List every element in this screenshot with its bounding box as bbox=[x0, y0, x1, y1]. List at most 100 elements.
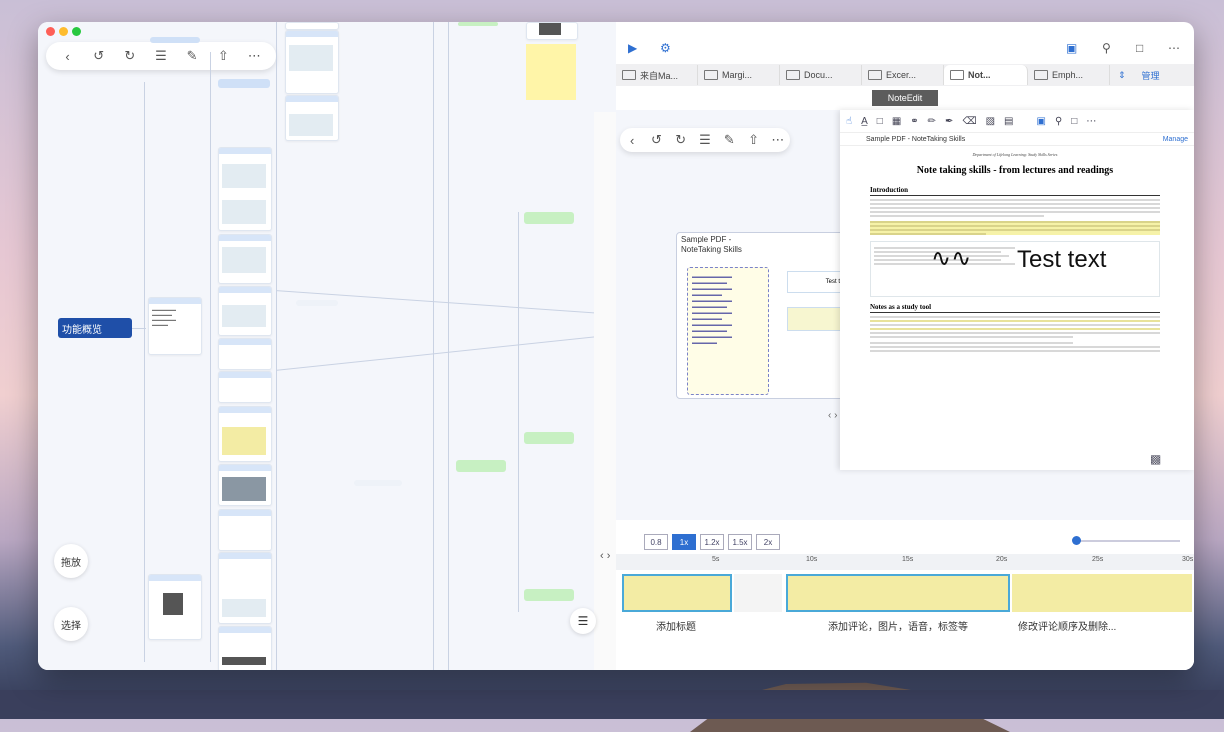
close-window-button[interactable] bbox=[46, 27, 55, 36]
image-tool-icon[interactable]: ▦ bbox=[892, 116, 901, 127]
document-icon[interactable]: ▣ bbox=[1036, 116, 1045, 127]
ruler-icon[interactable]: ▤ bbox=[1004, 116, 1013, 127]
note-card[interactable] bbox=[218, 509, 272, 551]
speed-option[interactable]: 0.8 bbox=[644, 534, 668, 550]
topic-node[interactable] bbox=[150, 37, 200, 43]
test-text-node[interactable]: Test t bbox=[787, 271, 843, 293]
minimize-window-button[interactable] bbox=[59, 27, 68, 36]
time-ruler[interactable]: 5s 10s 15s 20s 25s 30s bbox=[616, 554, 1194, 570]
edit-icon[interactable]: ✎ bbox=[720, 131, 738, 149]
note-card[interactable] bbox=[218, 286, 272, 336]
pdf-manage-button[interactable]: Manage bbox=[1163, 136, 1188, 143]
speed-option[interactable]: 1.5x bbox=[728, 534, 752, 550]
tab-document[interactable]: Excer... bbox=[862, 65, 944, 85]
tab-document[interactable]: Margi... bbox=[698, 65, 780, 85]
speed-option[interactable]: 1.2x bbox=[700, 534, 724, 550]
note-card[interactable] bbox=[148, 574, 202, 640]
note-card[interactable] bbox=[218, 552, 272, 624]
pdf-highlight[interactable] bbox=[870, 221, 1160, 235]
zoom-slider-thumb[interactable] bbox=[1072, 536, 1081, 545]
highlight-tool-icon[interactable]: A̲ bbox=[861, 116, 868, 127]
redo-icon[interactable]: ↻ bbox=[121, 47, 139, 65]
note-card[interactable] bbox=[285, 22, 339, 30]
timeline-clip[interactable] bbox=[734, 574, 782, 612]
more-icon[interactable]: ⋯ bbox=[1168, 41, 1180, 55]
text-box-icon[interactable]: ▧ bbox=[986, 116, 995, 127]
tab-document[interactable]: Emph... bbox=[1028, 65, 1110, 85]
share-icon[interactable]: ⇧ bbox=[214, 47, 232, 65]
lasso-tool-icon[interactable]: ⚭ bbox=[910, 116, 918, 127]
note-card[interactable]: ▬▬▬▬▬▬ ▬▬▬▬▬ ▬▬▬▬▬▬ ▬▬▬▬ bbox=[148, 297, 202, 355]
undo-icon[interactable]: ↺ bbox=[90, 47, 108, 65]
handwritten-text[interactable]: Test text bbox=[1017, 246, 1106, 274]
zoom-window-button[interactable] bbox=[72, 27, 81, 36]
drag-mode-button[interactable]: 拖放 bbox=[54, 544, 88, 578]
note-card[interactable] bbox=[285, 30, 339, 94]
undo-icon[interactable]: ↺ bbox=[647, 131, 665, 149]
back-icon[interactable]: ‹ bbox=[59, 47, 77, 65]
topic-node[interactable] bbox=[458, 22, 498, 26]
yellow-note[interactable] bbox=[526, 44, 576, 100]
topic-node[interactable] bbox=[524, 212, 574, 224]
search-icon[interactable]: ⚲ bbox=[1055, 116, 1062, 127]
embedded-mindmap[interactable]: ‹ ↺ ↻ ☰ ✎ ⇧ ⋯ Sample PDF - NoteTaking Sk… bbox=[616, 110, 1194, 520]
note-card[interactable] bbox=[218, 371, 272, 403]
pen-tool-icon[interactable]: ✏ bbox=[928, 116, 936, 127]
tab-document-active[interactable]: Not... bbox=[944, 65, 1028, 85]
audio-settings-icon[interactable]: ⚙ bbox=[660, 41, 671, 55]
more-icon[interactable]: ⋯ bbox=[1086, 116, 1096, 127]
hand-tool-icon[interactable]: ☝ bbox=[846, 116, 852, 127]
search-icon[interactable]: ⚲ bbox=[1102, 41, 1111, 55]
timeline-clip[interactable] bbox=[1012, 574, 1192, 612]
note-card[interactable] bbox=[218, 626, 272, 670]
eraser-tool-icon[interactable]: ⌫ bbox=[962, 116, 976, 127]
topic-node[interactable] bbox=[218, 79, 270, 88]
timeline-clip[interactable] bbox=[786, 574, 1010, 612]
tab-document[interactable]: 来自Ma... bbox=[616, 65, 698, 85]
collapse-panel-icon[interactable]: ‹ › bbox=[828, 410, 837, 421]
mindmap-canvas[interactable]: ‹ ↺ ↻ ☰ ✎ ⇧ ⋯ 功能概览 ▬▬▬▬▬▬ ▬▬▬▬▬ ▬▬▬▬▬▬ ▬▬▬▬ bbox=[38, 22, 616, 670]
topic-node[interactable] bbox=[524, 432, 574, 444]
tab-sort-icon[interactable]: ⇕ bbox=[1118, 70, 1126, 81]
tab-document[interactable]: Docu... bbox=[780, 65, 862, 85]
note-card[interactable] bbox=[526, 22, 578, 40]
note-card[interactable] bbox=[218, 464, 272, 506]
topic-node[interactable] bbox=[296, 300, 338, 306]
share-icon[interactable]: ⇧ bbox=[745, 131, 763, 149]
root-topic[interactable]: 功能概览 bbox=[58, 318, 132, 338]
redo-icon[interactable]: ↻ bbox=[672, 131, 690, 149]
note-card[interactable] bbox=[218, 147, 272, 231]
speed-option-active[interactable]: 1x bbox=[672, 534, 696, 550]
note-card[interactable] bbox=[218, 338, 272, 370]
topic-node[interactable] bbox=[456, 460, 506, 472]
note-card[interactable] bbox=[218, 406, 272, 462]
list-menu-icon[interactable]: ☰ bbox=[570, 608, 596, 634]
marker-tool-icon[interactable]: ✒ bbox=[945, 116, 953, 127]
zoom-slider[interactable] bbox=[1072, 536, 1180, 545]
collapse-panel-icon[interactable]: ‹ › bbox=[600, 550, 610, 562]
pdf-topic-node[interactable]: Sample PDF - NoteTaking Skills ▬▬▬▬▬▬▬▬ ▬… bbox=[676, 232, 846, 399]
timeline-clip[interactable] bbox=[622, 574, 732, 612]
more-icon[interactable]: ⋯ bbox=[245, 47, 263, 65]
pdf-page[interactable]: Department of Lifelong Learning: Study S… bbox=[870, 148, 1160, 468]
edit-icon[interactable]: ✎ bbox=[183, 47, 201, 65]
back-icon[interactable]: ‹ bbox=[623, 131, 641, 149]
speed-option[interactable]: 2x bbox=[756, 534, 780, 550]
manage-tabs-button[interactable]: 管理 bbox=[1142, 69, 1160, 82]
note-card[interactable] bbox=[285, 95, 339, 141]
more-icon[interactable]: ⋯ bbox=[769, 131, 787, 149]
note-excerpt[interactable]: ▬▬▬▬▬▬▬▬ ▬▬▬▬▬▬▬ ▬▬▬▬▬▬▬▬ ▬▬▬▬▬▬ ▬▬▬▬▬▬▬▬ ▬▬▬… bbox=[687, 267, 769, 395]
page-icon[interactable]: □ bbox=[1136, 41, 1143, 55]
document-icon[interactable]: ▣ bbox=[1066, 41, 1077, 55]
topic-node[interactable] bbox=[354, 480, 402, 486]
outline-list-icon[interactable]: ☰ bbox=[152, 47, 170, 65]
handwritten-annotation[interactable]: ∿∿ bbox=[931, 244, 971, 273]
page-icon[interactable]: □ bbox=[1071, 116, 1077, 127]
note-card[interactable] bbox=[218, 234, 272, 284]
image-node[interactable] bbox=[787, 307, 845, 331]
select-mode-button[interactable]: 选择 bbox=[54, 607, 88, 641]
topic-node[interactable] bbox=[524, 589, 574, 601]
outline-list-icon[interactable]: ☰ bbox=[696, 131, 714, 149]
play-icon[interactable]: ▶ bbox=[628, 41, 637, 55]
cast-icon[interactable]: ▩ bbox=[1150, 452, 1161, 466]
